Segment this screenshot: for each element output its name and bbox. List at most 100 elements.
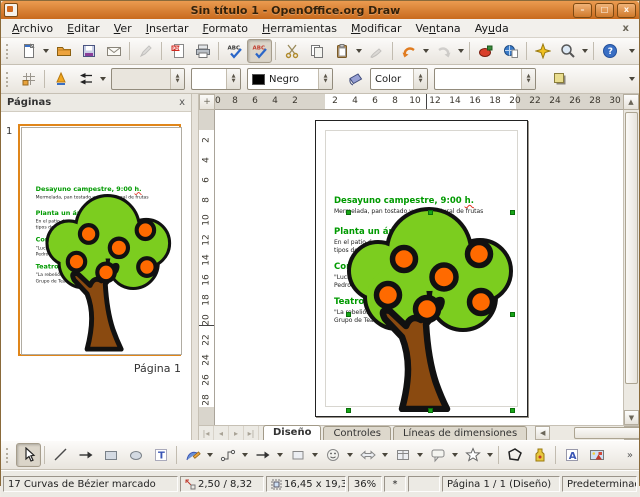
pages-panel-close-icon[interactable]: x: [179, 97, 185, 108]
selection-handle-mid-right[interactable]: [510, 312, 515, 317]
fill-color-spinner[interactable]: ▲▼: [521, 69, 535, 89]
basic-shapes-dropdown[interactable]: [312, 453, 318, 457]
email-button[interactable]: [101, 39, 126, 63]
fill-color-combo[interactable]: ▲▼: [434, 68, 536, 90]
toolbar-grip[interactable]: [6, 44, 12, 59]
connector-tool-button[interactable]: [215, 443, 240, 467]
menu-item-archivo[interactable]: Archivo: [5, 21, 60, 36]
redo-button[interactable]: [431, 39, 456, 63]
document-page[interactable]: Desayuno campestre, 9:00 h.Mermelada, pa…: [315, 120, 528, 417]
line-width-field[interactable]: ▲▼: [191, 68, 241, 90]
page-text-heading[interactable]: Desayuno campestre, 9:00 h.: [334, 196, 474, 206]
curve-dropdown[interactable]: [207, 453, 213, 457]
selection-handle-top-center[interactable]: [428, 210, 433, 215]
menu-item-herramientas[interactable]: Herramientas: [255, 21, 344, 36]
edit-points-button[interactable]: [502, 443, 527, 467]
page-text-heading[interactable]: Desayuno campestre, 9:00 h.: [36, 186, 142, 194]
edit-file-button[interactable]: [133, 39, 158, 63]
save-button[interactable]: [76, 39, 101, 63]
select-tool-button[interactable]: [16, 443, 41, 467]
export-pdf-button[interactable]: PDF: [165, 39, 190, 63]
scroll-left-button[interactable]: ◀: [535, 426, 550, 440]
clone-formatting-button[interactable]: [364, 39, 389, 63]
callouts-dropdown[interactable]: [452, 453, 458, 457]
gluepoints-button[interactable]: [527, 443, 552, 467]
line-tool-button[interactable]: [48, 443, 73, 467]
open-button[interactable]: [51, 39, 76, 63]
document-close-button[interactable]: x: [617, 23, 635, 34]
selection-handle-bottom-left[interactable]: [346, 408, 351, 413]
paste-dropdown[interactable]: [356, 49, 362, 53]
zoom-dropdown[interactable]: [582, 49, 588, 53]
tree-drawing[interactable]: [344, 207, 514, 412]
area-style-button[interactable]: [342, 67, 367, 91]
print-button[interactable]: [190, 39, 215, 63]
ruler-origin-button[interactable]: +: [199, 94, 215, 110]
copy-button[interactable]: [304, 39, 329, 63]
selection-handle-top-right[interactable]: [510, 210, 515, 215]
autospellcheck-button[interactable]: ABC: [247, 39, 272, 63]
horizontal-ruler[interactable]: 10864224681012141618202224262830: [215, 94, 623, 110]
selection-handle-top-left[interactable]: [346, 210, 351, 215]
page-thumbnail[interactable]: Desayuno campestre, 9:00 h.Mermelada, pa…: [18, 124, 181, 356]
horizontal-scrollbar[interactable]: ◀ ▶: [535, 426, 639, 440]
line-ends-style-button[interactable]: [73, 67, 98, 91]
redo-dropdown[interactable]: [458, 49, 464, 53]
symbol-shapes-dropdown[interactable]: [347, 453, 353, 457]
callouts-button[interactable]: [425, 443, 450, 467]
menu-item-ayuda[interactable]: Ayuda: [468, 21, 516, 36]
layer-tab-controles[interactable]: Controles: [323, 426, 391, 440]
lines-arrows-button[interactable]: [250, 443, 275, 467]
help-button[interactable]: ?: [597, 39, 622, 63]
block-arrows-dropdown[interactable]: [382, 453, 388, 457]
flowchart-button[interactable]: [390, 443, 415, 467]
vertical-scroll-thumb[interactable]: [625, 112, 638, 384]
toolbar-overflow[interactable]: [629, 77, 635, 81]
status-style[interactable]: Predeterminado: [562, 476, 637, 492]
line-style-spinner[interactable]: ▲▼: [170, 69, 184, 89]
connector-dropdown[interactable]: [242, 453, 248, 457]
toolbar-overflow[interactable]: [629, 49, 635, 53]
undo-button[interactable]: [396, 39, 421, 63]
toolbar-grip[interactable]: [6, 448, 12, 463]
horizontal-scroll-track[interactable]: [550, 426, 624, 440]
last-page-button[interactable]: ▸|: [244, 426, 259, 440]
selection-handle-bottom-right[interactable]: [510, 408, 515, 413]
drawing-canvas[interactable]: Desayuno campestre, 9:00 h.Mermelada, pa…: [215, 110, 623, 425]
hyperlink-button[interactable]: [498, 39, 523, 63]
zoom-button[interactable]: [555, 39, 580, 63]
area-style-spinner[interactable]: ▲▼: [413, 69, 427, 89]
toolbar-grip[interactable]: [6, 72, 12, 87]
new-dropdown[interactable]: [43, 49, 49, 53]
line-width-spinner[interactable]: ▲▼: [226, 69, 240, 89]
menu-item-ver[interactable]: Ver: [107, 21, 139, 36]
symbol-shapes-button[interactable]: [320, 443, 345, 467]
menu-item-ventana[interactable]: Ventana: [408, 21, 467, 36]
drawing-toolbar-overflow[interactable]: »: [627, 450, 637, 461]
menu-item-insertar[interactable]: Insertar: [139, 21, 196, 36]
scroll-down-button[interactable]: ▼: [624, 410, 639, 425]
paste-button[interactable]: [329, 39, 354, 63]
new-document-button[interactable]: [16, 39, 41, 63]
gallery-button[interactable]: [473, 39, 498, 63]
lines-arrows-dropdown[interactable]: [277, 453, 283, 457]
line-ends-dropdown[interactable]: [100, 77, 106, 81]
stars-button[interactable]: [460, 443, 485, 467]
vertical-scroll-track[interactable]: [624, 110, 639, 410]
block-arrows-button[interactable]: [355, 443, 380, 467]
selection-handle-bottom-center[interactable]: [428, 408, 433, 413]
status-zoom[interactable]: 36%: [348, 476, 382, 492]
maximize-button[interactable]: □: [595, 3, 614, 18]
curve-tool-button[interactable]: [180, 443, 205, 467]
menu-item-modificar[interactable]: Modificar: [344, 21, 409, 36]
ellipse-tool-button[interactable]: [123, 443, 148, 467]
text-tool-button[interactable]: T: [148, 443, 173, 467]
area-style-combo[interactable]: Color▲▼: [370, 68, 428, 90]
menu-item-formato[interactable]: Formato: [196, 21, 256, 36]
cut-button[interactable]: [279, 39, 304, 63]
vertical-ruler[interactable]: 246810121416182022242628: [199, 110, 215, 425]
fontwork-button[interactable]: A: [559, 443, 584, 467]
next-page-button[interactable]: ▸: [229, 426, 244, 440]
tree-drawing[interactable]: [43, 194, 172, 351]
line-color-combo[interactable]: Negro▲▼: [247, 68, 333, 90]
